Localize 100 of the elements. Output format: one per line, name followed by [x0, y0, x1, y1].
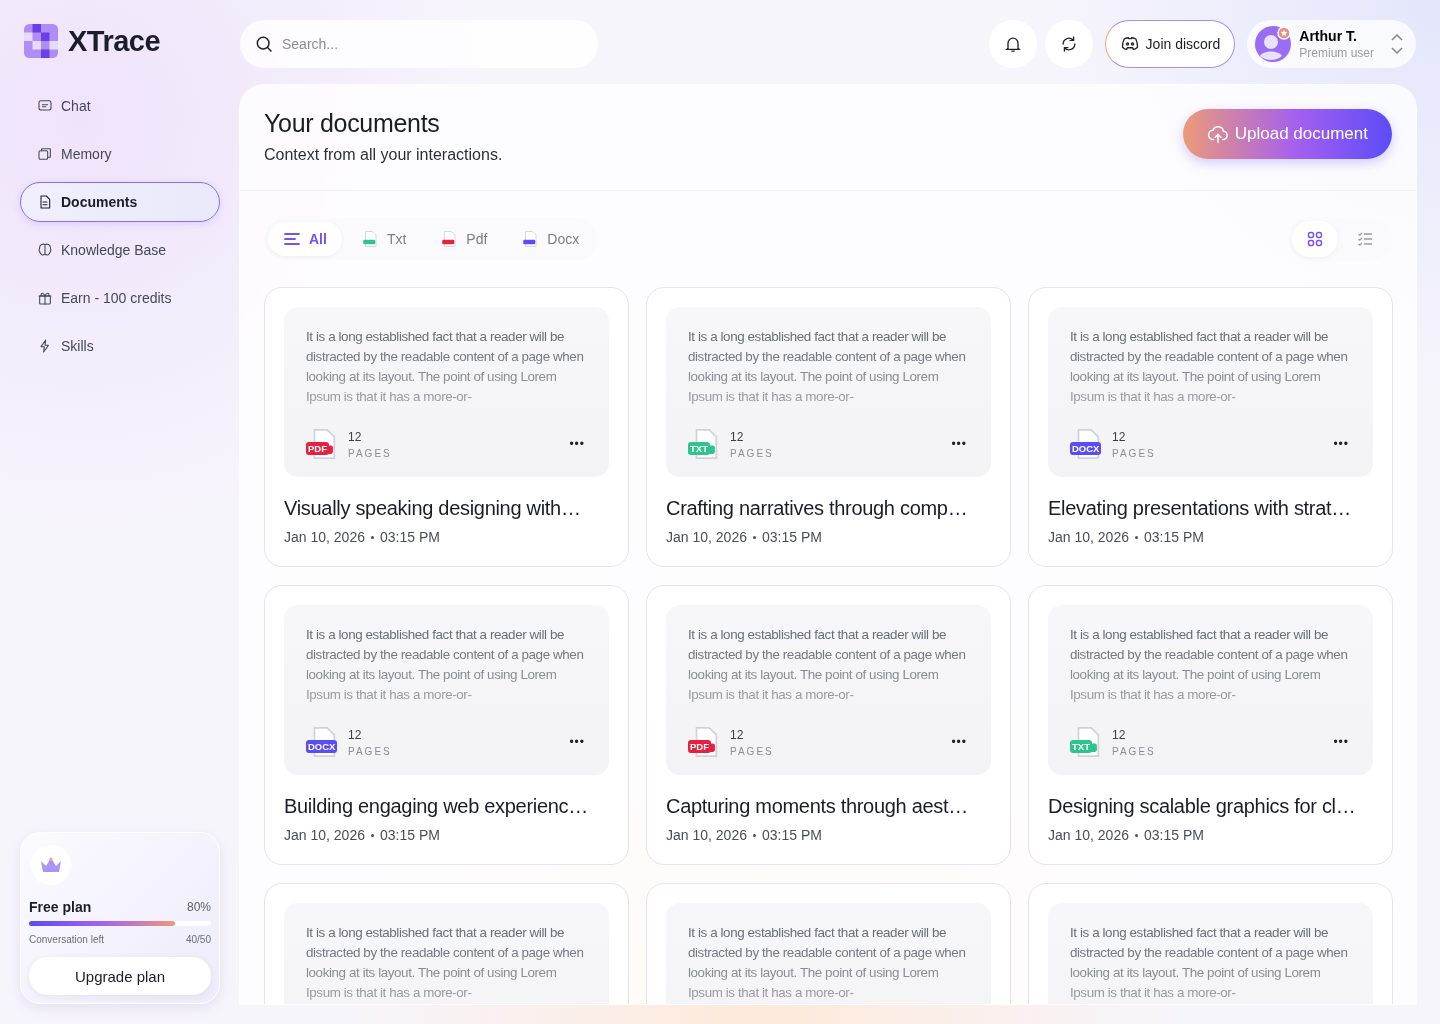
document-card[interactable]: [264, 585, 629, 865]
document-time: 03:15 PM: [761, 529, 822, 545]
chevron-icon: [1390, 32, 1404, 56]
avatar-icon: [1255, 26, 1292, 62]
lines-icon: [283, 230, 301, 248]
document-card[interactable]: It is a long established fact that a reader will be distracted by the readable content of a page when looking at its layout. The point of using Lorem Ipsum is that it has a more-or-: [1028, 883, 1393, 1004]
page-count: 12: [730, 429, 745, 444]
search-icon: [254, 34, 274, 54]
chat-icon: [37, 98, 53, 114]
document-title: Visually speaking designing with…: [284, 497, 582, 520]
document-date: Jan 10, 2026: [1048, 529, 1129, 545]
filter-tab[interactable]: Pdf: [425, 222, 503, 256]
pages-label: PAGES: [348, 447, 392, 459]
user-menu[interactable]: Arthur T. Premium user: [1247, 20, 1416, 68]
preview-text: It is a long established fact that a reader will be distracted by the readable content of a page when looking at its layout. The point of using Lorem Ipsum is that it has a more-or-: [688, 328, 967, 406]
file-icon: [440, 230, 459, 248]
preview-text: It is a long established fact that a reader will be distracted by the readable content of a page when looking at its layout. The point of using Lorem Ipsum is that it has a more-or-: [688, 924, 967, 1002]
document-time: 03:15 PM: [379, 529, 440, 545]
nav-item[interactable]: Documents: [20, 182, 220, 222]
pages-label: PAGES: [1112, 447, 1156, 459]
search-field[interactable]: Search...: [240, 20, 598, 68]
document-time: 03:15 PM: [1143, 529, 1204, 545]
nav-item[interactable]: Memory: [20, 134, 220, 174]
document-card[interactable]: [1028, 585, 1393, 865]
crown-icon: [31, 845, 71, 885]
document-card[interactable]: [264, 287, 629, 567]
more-button[interactable]: •••: [567, 735, 587, 749]
page-count: 12: [1112, 727, 1127, 742]
user-name: Arthur T.: [1299, 28, 1358, 44]
file-badge: TXT: [688, 427, 722, 461]
doc-icon: [37, 194, 53, 210]
preview-text: It is a long established fact that a reader will be distracted by the readable content of a page when looking at its layout. The point of using Lorem Ipsum is that it has a more-or-: [688, 626, 967, 704]
brand-name: XTrace: [68, 24, 161, 58]
pages-label: PAGES: [730, 745, 774, 757]
file-badge: TXT: [1070, 725, 1104, 759]
document-title: Designing scalable graphics for cl…: [1048, 795, 1357, 818]
usage-count: 40/50: [185, 934, 211, 945]
document-date: Jan 10, 2026: [666, 827, 747, 843]
nav-item[interactable]: Skills: [20, 326, 220, 366]
file-icon: [360, 230, 379, 248]
more-button[interactable]: •••: [567, 437, 587, 451]
file-badge: DOCX: [306, 725, 340, 759]
preview-text: It is a long established fact that a reader will be distracted by the readable content of a page when looking at its layout. The point of using Lorem Ipsum is that it has a more-or-: [1070, 626, 1349, 704]
grid-icon: [1307, 231, 1323, 247]
filter-tab[interactable]: Docx: [506, 222, 595, 256]
preview-text: It is a long established fact that a reader will be distracted by the readable content of a page when looking at its layout. The point of using Lorem Ipsum is that it has a more-or-: [306, 626, 585, 704]
cloud-upload-icon: [1206, 123, 1229, 145]
nav-item[interactable]: Chat: [20, 86, 220, 126]
grid-view-button[interactable]: [1292, 221, 1338, 257]
more-button[interactable]: •••: [1331, 437, 1351, 451]
file-badge: PDF: [306, 427, 340, 461]
document-time: 03:15 PM: [1143, 827, 1204, 843]
document-card[interactable]: It is a long established fact that a reader will be distracted by the readable content of a page when looking at its layout. The point of using Lorem Ipsum is that it has a more-or-: [646, 883, 1011, 1004]
gift-icon: [37, 290, 53, 306]
memory-icon: [37, 146, 53, 162]
notification-button[interactable]: [988, 20, 1037, 68]
document-date: Jan 10, 2026: [284, 827, 365, 843]
logo-icon: [24, 24, 58, 58]
document-title: Elevating presentations with strat…: [1048, 497, 1352, 520]
page-count: 12: [1112, 429, 1127, 444]
filter-tab[interactable]: Txt: [345, 222, 422, 256]
upload-button[interactable]: Upload document: [1182, 109, 1392, 159]
nav-item[interactable]: Knowledge Base: [20, 230, 220, 270]
plan-name: Free plan: [29, 899, 92, 915]
preview-text: It is a long established fact that a reader will be distracted by the readable content of a page when looking at its layout. The point of using Lorem Ipsum is that it has a more-or-: [1070, 328, 1349, 406]
document-card[interactable]: [1028, 287, 1393, 567]
page-count: 12: [348, 429, 363, 444]
document-card[interactable]: It is a long established fact that a reader will be distracted by the readable content of a page when looking at its layout. The point of using Lorem Ipsum is that it has a more-or-: [264, 883, 629, 1004]
page-count: 12: [348, 727, 363, 742]
file-badge: PDF: [688, 725, 722, 759]
document-date: Jan 10, 2026: [284, 529, 365, 545]
checklist-icon: [1357, 231, 1373, 247]
document-title: Capturing moments through aest…: [666, 795, 969, 818]
user-role: Premium user: [1299, 46, 1374, 60]
discord-button[interactable]: Join discord: [1104, 20, 1236, 68]
upgrade-button[interactable]: Upgrade plan: [29, 957, 211, 995]
more-button[interactable]: •••: [1331, 735, 1351, 749]
document-time: 03:15 PM: [761, 827, 822, 843]
more-button[interactable]: •••: [949, 437, 969, 451]
page-subtitle: Context from all your interactions.: [264, 146, 503, 164]
pages-label: PAGES: [730, 447, 774, 459]
filter-tab[interactable]: All: [268, 222, 342, 256]
pages-label: PAGES: [348, 745, 392, 757]
plan-percent: 80%: [186, 900, 211, 914]
document-date: Jan 10, 2026: [666, 529, 747, 545]
refresh-button[interactable]: [1044, 20, 1093, 68]
nav-item[interactable]: Earn - 100 credits: [20, 278, 220, 318]
preview-text: It is a long established fact that a reader will be distracted by the readable content of a page when looking at its layout. The point of using Lorem Ipsum is that it has a more-or-: [1070, 924, 1349, 1002]
file-icon: [521, 230, 540, 248]
document-time: 03:15 PM: [379, 827, 440, 843]
brain-icon: [37, 242, 53, 258]
document-title: Crafting narratives through comp…: [666, 497, 969, 520]
document-card[interactable]: [646, 287, 1011, 567]
document-card[interactable]: [646, 585, 1011, 865]
pages-label: PAGES: [1112, 745, 1156, 757]
page-title: Your documents: [264, 109, 441, 138]
preview-text: It is a long established fact that a reader will be distracted by the readable content of a page when looking at its layout. The point of using Lorem Ipsum is that it has a more-or-: [306, 328, 585, 406]
document-date: Jan 10, 2026: [1048, 827, 1129, 843]
file-badge: DOCX: [1070, 427, 1104, 461]
more-button[interactable]: •••: [949, 735, 969, 749]
